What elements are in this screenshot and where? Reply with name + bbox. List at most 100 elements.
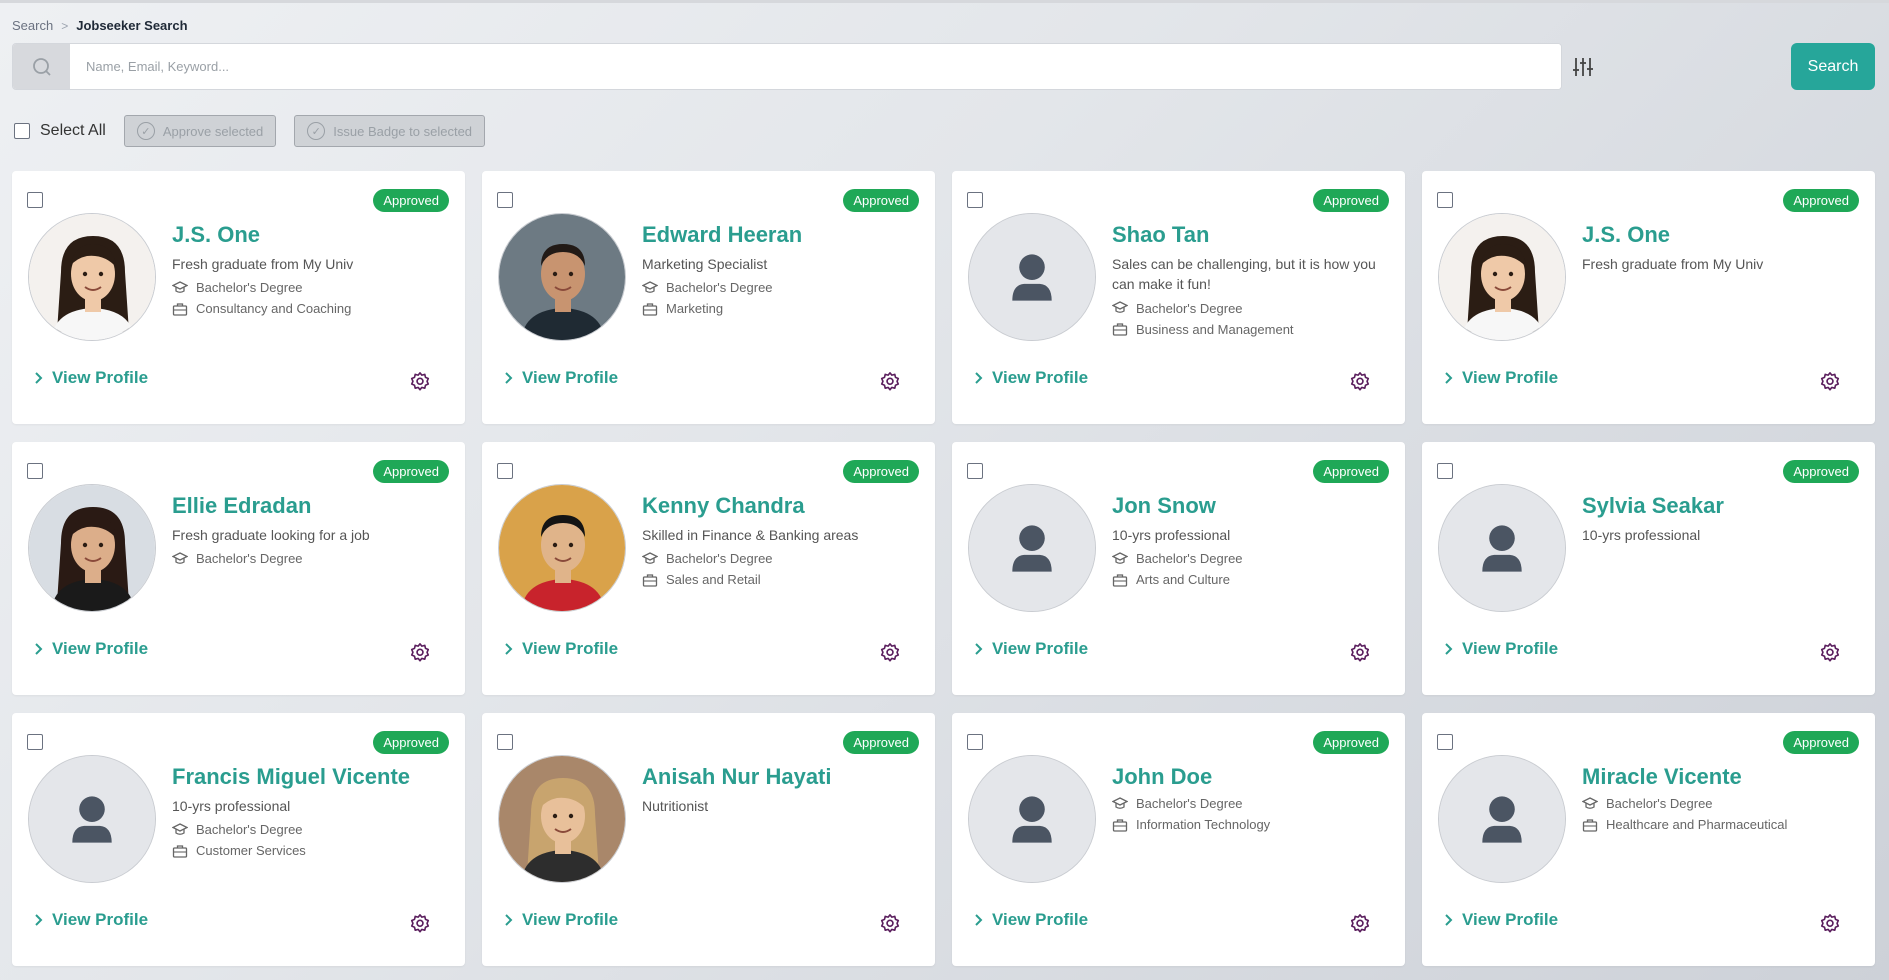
search-input[interactable] <box>70 44 1561 89</box>
jobseeker-headline: Nutritionist <box>642 798 709 814</box>
view-profile-link[interactable]: View Profile <box>34 368 148 388</box>
jobseeker-name[interactable]: Ellie Edradan <box>172 493 449 519</box>
breadcrumb: Search > Jobseeker Search <box>12 18 188 33</box>
chevron-right-icon <box>1445 372 1453 384</box>
card-checkbox[interactable] <box>497 192 513 208</box>
select-all-checkbox[interactable] <box>14 123 30 139</box>
card-checkbox[interactable] <box>27 463 43 479</box>
avatar <box>968 213 1096 341</box>
gear-icon[interactable] <box>879 913 901 935</box>
avatar <box>968 484 1096 612</box>
degree-text: Bachelor's Degree <box>666 280 773 296</box>
view-profile-link[interactable]: View Profile <box>1444 910 1558 930</box>
gear-icon[interactable] <box>1349 913 1371 935</box>
industry-row: Sales and Retail <box>642 572 919 587</box>
issue-badge-button[interactable]: ✓ Issue Badge to selected <box>294 115 486 147</box>
gear-icon[interactable] <box>409 642 431 664</box>
jobseeker-card-2: Approved Edward Heeran Marketing Special… <box>482 171 935 424</box>
chevron-right-icon <box>35 372 43 384</box>
card-checkbox[interactable] <box>497 734 513 750</box>
status-badge: Approved <box>1783 189 1859 212</box>
view-profile-link[interactable]: View Profile <box>974 639 1088 659</box>
jobseeker-headline: 10-yrs professional <box>172 798 291 814</box>
gear-icon[interactable] <box>1819 913 1841 935</box>
degree-row: Bachelor's Degree <box>172 551 449 566</box>
industry-text: Business and Management <box>1136 321 1294 337</box>
jobseeker-name[interactable]: Edward Heeran <box>642 222 919 248</box>
avatar <box>1438 755 1566 883</box>
card-checkbox[interactable] <box>967 192 983 208</box>
industry-text: Sales and Retail <box>666 572 761 588</box>
degree-row: Bachelor's Degree <box>642 551 919 566</box>
jobseeker-name[interactable]: Francis Miguel Vicente <box>172 764 449 790</box>
chevron-right-icon <box>505 643 513 655</box>
card-checkbox[interactable] <box>1437 734 1453 750</box>
jobseeker-name[interactable]: Kenny Chandra <box>642 493 919 519</box>
degree-text: Bachelor's Degree <box>196 822 303 838</box>
jobseeker-headline: 10-yrs professional <box>1582 527 1701 543</box>
jobseeker-name[interactable]: J.S. One <box>172 222 449 248</box>
gear-icon[interactable] <box>1819 371 1841 393</box>
gear-icon[interactable] <box>879 371 901 393</box>
avatar <box>1438 213 1566 341</box>
breadcrumb-search-link[interactable]: Search <box>12 18 53 33</box>
briefcase-icon <box>642 574 658 587</box>
view-profile-label: View Profile <box>522 368 619 387</box>
approve-selected-button[interactable]: ✓ Approve selected <box>123 115 277 147</box>
view-profile-link[interactable]: View Profile <box>974 910 1088 930</box>
status-badge: Approved <box>1783 460 1859 483</box>
industry-text: Marketing <box>666 301 724 317</box>
view-profile-label: View Profile <box>1462 368 1559 387</box>
avatar <box>28 755 156 883</box>
chevron-right-icon <box>1445 643 1453 655</box>
graduation-cap-icon <box>172 823 188 835</box>
graduation-cap-icon <box>1112 552 1128 564</box>
jobseeker-card-1: Approved J.S. One Fresh graduate from My… <box>12 171 465 424</box>
view-profile-link[interactable]: View Profile <box>974 368 1088 388</box>
gear-icon[interactable] <box>1819 642 1841 664</box>
view-profile-link[interactable]: View Profile <box>1444 639 1558 659</box>
industry-text: Information Technology <box>1136 817 1271 832</box>
view-profile-link[interactable]: View Profile <box>504 910 618 930</box>
gear-icon[interactable] <box>409 913 431 935</box>
card-checkbox[interactable] <box>27 192 43 208</box>
view-profile-label: View Profile <box>1462 639 1559 658</box>
search-button[interactable]: Search <box>1791 43 1875 90</box>
status-badge: Approved <box>1313 460 1389 483</box>
jobseeker-name[interactable]: Anisah Nur Hayati <box>642 764 919 790</box>
degree-row: Bachelor's Degree <box>1112 796 1389 811</box>
gear-icon[interactable] <box>1349 371 1371 393</box>
jobseeker-card-8: Approved Sylvia Seakar 10-yrs profession… <box>1422 442 1875 695</box>
view-profile-label: View Profile <box>992 910 1089 929</box>
card-checkbox[interactable] <box>497 463 513 479</box>
bulk-actions: Select All ✓ Approve selected ✓ Issue Ba… <box>14 115 486 147</box>
filter-sliders-icon[interactable] <box>1571 55 1595 79</box>
view-profile-link[interactable]: View Profile <box>34 639 148 659</box>
jobseeker-name[interactable]: Shao Tan <box>1112 222 1389 248</box>
industry-row: Consultancy and Coaching <box>172 301 449 316</box>
card-checkbox[interactable] <box>1437 192 1453 208</box>
view-profile-label: View Profile <box>52 368 149 387</box>
jobseeker-card-4: Approved J.S. One Fresh graduate from My… <box>1422 171 1875 424</box>
view-profile-link[interactable]: View Profile <box>504 368 618 388</box>
gear-icon[interactable] <box>1349 642 1371 664</box>
card-checkbox[interactable] <box>27 734 43 750</box>
card-checkbox[interactable] <box>967 734 983 750</box>
jobseeker-name[interactable]: John Doe <box>1112 764 1389 790</box>
card-checkbox[interactable] <box>967 463 983 479</box>
view-profile-link[interactable]: View Profile <box>504 639 618 659</box>
jobseeker-name[interactable]: Jon Snow <box>1112 493 1389 519</box>
industry-row: Business and Management <box>1112 322 1389 337</box>
view-profile-label: View Profile <box>992 368 1089 387</box>
jobseeker-name[interactable]: J.S. One <box>1582 222 1859 248</box>
jobseeker-name[interactable]: Miracle Vicente <box>1582 764 1859 790</box>
approve-selected-label: Approve selected <box>162 123 264 139</box>
view-profile-link[interactable]: View Profile <box>1444 368 1558 388</box>
card-checkbox[interactable] <box>1437 463 1453 479</box>
view-profile-link[interactable]: View Profile <box>34 910 148 930</box>
industry-text: Arts and Culture <box>1136 572 1230 588</box>
gear-icon[interactable] <box>879 642 901 664</box>
jobseeker-name[interactable]: Sylvia Seakar <box>1582 493 1859 519</box>
select-all[interactable]: Select All <box>14 122 106 140</box>
gear-icon[interactable] <box>409 371 431 393</box>
